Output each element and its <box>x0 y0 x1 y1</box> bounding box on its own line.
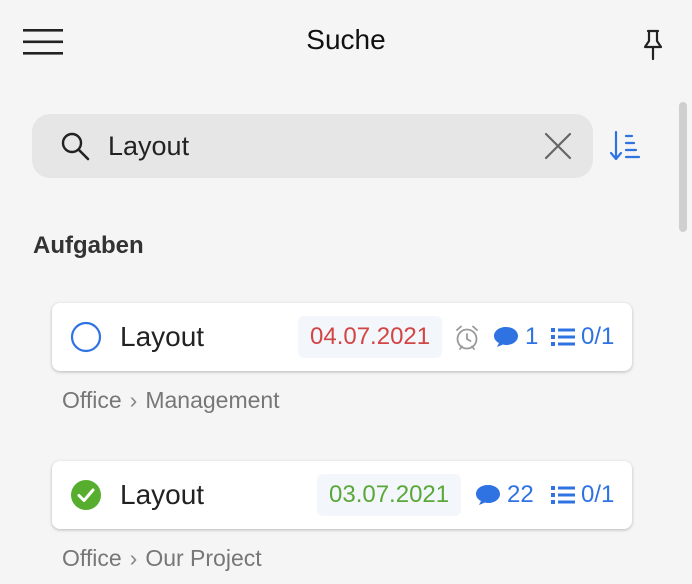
clear-icon[interactable] <box>543 131 573 161</box>
search-field[interactable]: Layout <box>32 114 593 178</box>
task-path[interactable]: Office › Management <box>62 387 280 414</box>
sort-icon[interactable] <box>608 128 644 164</box>
path-segment: Our Project <box>145 545 262 571</box>
checklist-progress: 0/1 <box>551 481 614 509</box>
comments-count: 22 <box>475 481 534 509</box>
path-segment: Office <box>62 387 122 413</box>
checklist-progress-label: 0/1 <box>581 323 615 350</box>
comments-count-label: 1 <box>525 323 539 350</box>
pin-icon <box>643 29 663 61</box>
task-path[interactable]: Office › Our Project <box>62 545 262 572</box>
task-title: Layout <box>120 321 205 352</box>
comment-icon <box>494 327 518 347</box>
chevron-right-icon: › <box>129 545 138 571</box>
alarm-clock-icon <box>456 325 478 350</box>
pin-button[interactable] <box>636 26 670 64</box>
task-card[interactable]: Layout 04.07.2021 1 0/1 <box>52 303 632 371</box>
chevron-right-icon: › <box>129 387 138 413</box>
check-circle-icon[interactable] <box>70 479 102 511</box>
search-input[interactable]: Layout <box>108 131 189 162</box>
section-title: Aufgaben <box>33 232 144 259</box>
task-card[interactable]: Layout 03.07.2021 22 0/1 <box>52 461 632 529</box>
open-circle-icon[interactable] <box>70 321 102 353</box>
search-icon <box>61 132 90 161</box>
checklist-progress-label: 0/1 <box>581 481 615 508</box>
scrollbar[interactable] <box>679 102 687 232</box>
comments-count-label: 22 <box>507 481 534 508</box>
checklist-progress: 0/1 <box>551 323 614 351</box>
task-title: Layout <box>120 479 205 510</box>
due-date-badge: 04.07.2021 <box>298 316 443 358</box>
due-date-badge: 03.07.2021 <box>317 474 462 516</box>
comment-icon <box>476 485 500 505</box>
page-title: Suche <box>306 24 386 55</box>
path-segment: Office <box>62 545 122 571</box>
path-segment: Management <box>145 387 280 413</box>
comments-count: 1 <box>493 323 538 351</box>
list-icon <box>551 328 575 346</box>
list-icon <box>551 486 575 504</box>
